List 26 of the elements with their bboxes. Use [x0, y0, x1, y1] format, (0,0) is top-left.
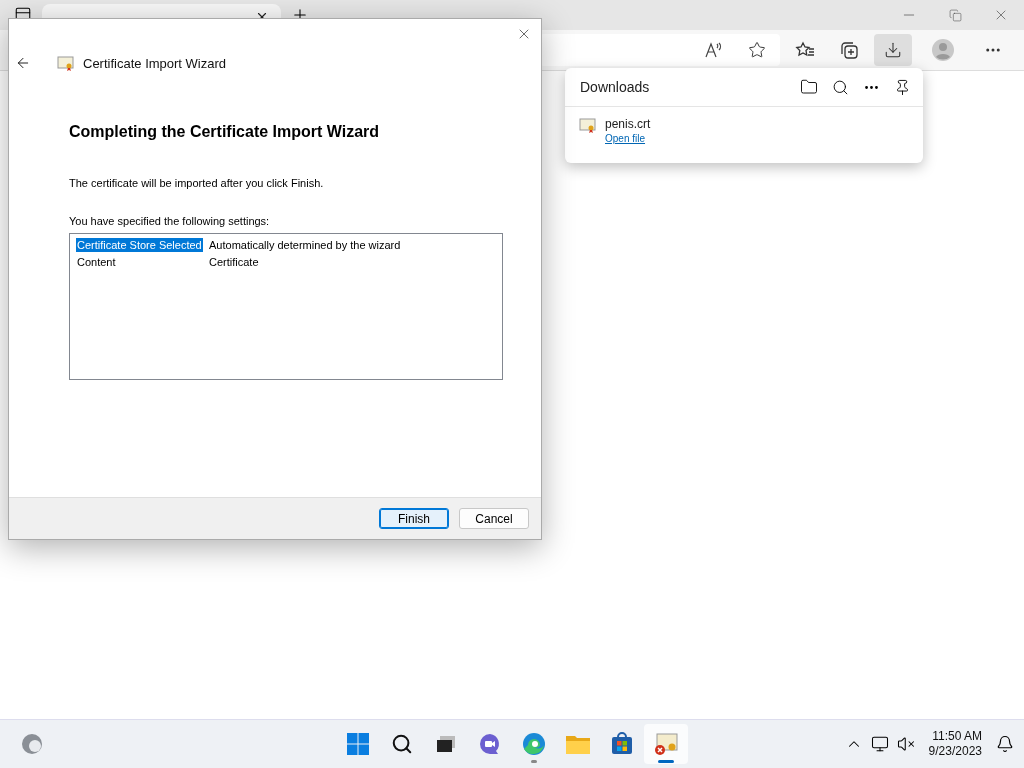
- file-name: penis.crt: [605, 117, 651, 131]
- dialog-title: Certificate Import Wizard: [83, 55, 227, 71]
- setting-value: Certificate: [209, 255, 259, 268]
- certificate-icon[interactable]: [644, 724, 688, 764]
- notification-icon[interactable]: [996, 735, 1014, 753]
- message-text: The certificate will be imported after you click Finish.: [69, 177, 325, 189]
- setting-value: Automatically determined by the wizard: [209, 238, 401, 251]
- download-icon[interactable]: [874, 34, 912, 66]
- dialog-button[interactable]: Finish: [379, 508, 449, 529]
- setting-name[interactable]: Certificate Store Selected: [76, 237, 203, 252]
- clock[interactable]: 11:50 AM 9/23/2023: [922, 729, 988, 759]
- wizard-heading: Completing the Certificate Import Wizard: [69, 123, 381, 141]
- dialog-button[interactable]: Cancel: [459, 508, 529, 529]
- setting-name[interactable]: Content: [76, 254, 203, 269]
- search-icon[interactable]: [832, 78, 849, 96]
- volume-muted-icon[interactable]: [896, 735, 915, 753]
- folder-icon[interactable]: [800, 78, 818, 96]
- settings-label: You have specified the following settings:: [69, 215, 271, 227]
- pin-icon[interactable]: [894, 78, 911, 96]
- panel-title: Downloads: [580, 79, 651, 95]
- open-file-link[interactable]: Open file: [605, 133, 651, 144]
- back-icon[interactable]: [15, 55, 31, 71]
- certificate-file-icon: [579, 117, 597, 133]
- certificate-icon: [57, 55, 75, 71]
- network-icon[interactable]: [870, 735, 889, 753]
- weather-icon[interactable]: [20, 732, 44, 756]
